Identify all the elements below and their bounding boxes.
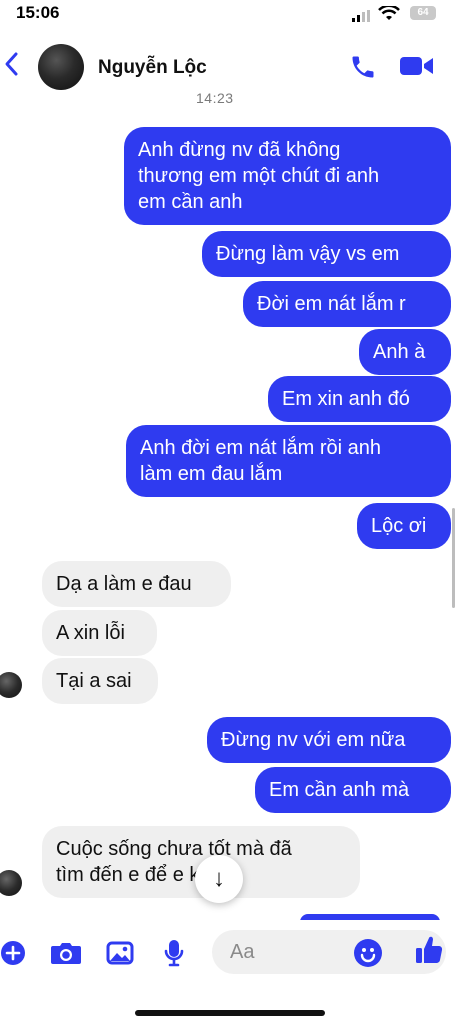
message-input[interactable]: Aa xyxy=(212,930,446,974)
message-text: Đừng nv với em nữa xyxy=(221,729,406,751)
message-text: A xin lỗi xyxy=(56,622,125,644)
message-line: Anh đừng nv đã không xyxy=(138,139,341,161)
outgoing-message[interactable]: Đừng làm vậy vs em xyxy=(202,231,451,277)
status-bar: 15:06 64 xyxy=(0,0,463,28)
contact-avatar[interactable] xyxy=(0,870,22,896)
incoming-message[interactable]: A xin lỗi xyxy=(42,610,157,656)
contact-avatar[interactable] xyxy=(38,44,84,90)
message-text: Đừng làm vậy vs em xyxy=(216,243,400,265)
message-line: Anh đời em nát lắm rồi anh xyxy=(140,437,382,459)
outgoing-message[interactable]: Anh à xyxy=(359,329,451,375)
message-text: Anh à xyxy=(373,341,426,363)
microphone-icon[interactable] xyxy=(163,938,185,968)
message-text: Em xin anh đó xyxy=(282,388,410,410)
outgoing-message[interactable]: Lộc ơi xyxy=(357,503,451,549)
contact-name[interactable]: Nguyễn Lộc xyxy=(98,57,207,79)
message-text: Em cần anh mà xyxy=(269,779,410,801)
status-time: 15:06 xyxy=(16,3,60,22)
plus-icon[interactable] xyxy=(0,940,26,966)
message-text: Lộc ơi xyxy=(371,515,427,537)
back-chevron-icon[interactable] xyxy=(2,50,22,78)
outgoing-message[interactable]: Đừng nv với em nữa xyxy=(207,717,451,763)
input-placeholder: Aa xyxy=(230,941,255,963)
message-text: Tại a sai xyxy=(56,670,132,692)
phone-icon[interactable] xyxy=(349,53,377,81)
scroll-down-button[interactable]: ↓ xyxy=(195,855,243,903)
outgoing-message[interactable]: Anh đời em nát lắm rồi anh làm em đau lắ… xyxy=(126,425,451,497)
incoming-message[interactable]: Dạ a làm e đau xyxy=(42,561,231,607)
message-line: Cuộc sống chưa tốt mà đã xyxy=(56,838,292,860)
message-line: em cần anh xyxy=(138,191,243,213)
wifi-icon xyxy=(378,6,400,20)
message-text: Dạ a làm e đau xyxy=(56,573,192,595)
video-camera-icon[interactable] xyxy=(400,54,434,78)
message-timestamp: 14:23 xyxy=(196,90,234,106)
scroll-indicator xyxy=(452,508,455,608)
battery-icon: 64 xyxy=(410,6,436,20)
scroll-down-arrow-icon: ↓ xyxy=(213,865,225,892)
emoji-icon[interactable] xyxy=(354,939,382,967)
outgoing-message[interactable]: Em cần anh mà xyxy=(255,767,451,813)
image-icon[interactable] xyxy=(106,940,134,966)
chat-header: Nguyễn Lộc xyxy=(0,40,463,94)
message-text: Đời em nát lắm r xyxy=(257,293,406,315)
outgoing-message[interactable]: Em xin anh đó xyxy=(268,376,451,422)
incoming-message[interactable]: Tại a sai xyxy=(42,658,158,704)
message-line: làm em đau lắm xyxy=(140,463,283,485)
home-indicator xyxy=(135,1010,325,1016)
thumbs-up-icon[interactable] xyxy=(414,934,444,966)
message-line: thương em một chút đi anh xyxy=(138,165,380,187)
battery-level: 64 xyxy=(417,7,429,18)
outgoing-message[interactable]: Anh đừng nv đã không thương em một chút … xyxy=(124,127,451,225)
signal-icon xyxy=(352,10,370,22)
contact-avatar[interactable] xyxy=(0,672,22,698)
outgoing-message[interactable]: Đời em nát lắm r xyxy=(243,281,451,327)
message-composer: Aa xyxy=(0,920,463,984)
camera-icon[interactable] xyxy=(50,940,82,966)
